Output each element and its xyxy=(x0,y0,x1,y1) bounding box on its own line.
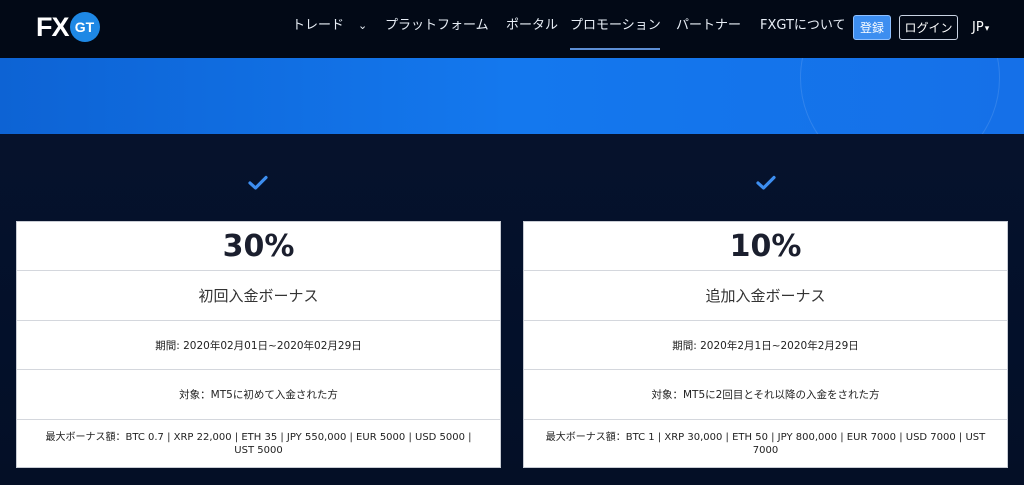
caret-down-icon: ▾ xyxy=(984,24,990,34)
top-navbar: FX GT トレード ⌄ プラットフォーム ポータル プロモーション パートナー … xyxy=(0,0,1024,58)
language-label: JP xyxy=(972,20,984,35)
nav-item-partner[interactable]: パートナー xyxy=(676,0,741,52)
nav-item-promotion[interactable]: プロモーション xyxy=(570,0,661,52)
decorative-arc xyxy=(800,58,1000,134)
nav-item-about[interactable]: FXGTについて xyxy=(760,0,846,52)
check-icon xyxy=(756,175,776,190)
logo-gt-badge: GT xyxy=(69,12,100,42)
bonus-target: 対象：MT5に2回目とそれ以降の入金をされた方 xyxy=(524,370,1007,420)
bonus-max-amount: 最大ボーナス額：BTC 1 | XRP 30,000 | ETH 50 | JP… xyxy=(545,432,986,456)
nav-item-trade[interactable]: トレード ⌄ xyxy=(292,0,367,52)
nav-item-platform[interactable]: プラットフォーム xyxy=(385,0,489,52)
nav-active-underline xyxy=(570,48,660,50)
bonus-period: 期間: 2020年2月1日~2020年2月29日 xyxy=(524,321,1007,370)
hero-banner xyxy=(0,58,1024,134)
register-button[interactable]: 登録 xyxy=(853,15,891,40)
fxgt-logo[interactable]: FX GT xyxy=(36,12,100,42)
nav-item-portal[interactable]: ポータル xyxy=(506,0,558,52)
nav-item-trade-label: トレード xyxy=(292,18,345,33)
bonus-max-amount: 最大ボーナス額：BTC 0.7 | XRP 22,000 | ETH 35 | … xyxy=(45,432,472,456)
bonus-percent: 10% xyxy=(524,222,1007,271)
bonus-percent: 30% xyxy=(17,222,500,271)
additional-deposit-bonus-card: 10% 追加入金ボーナス 期間: 2020年2月1日~2020年2月29日 対象… xyxy=(523,221,1008,468)
chevron-down-icon: ⌄ xyxy=(358,19,368,32)
bonus-title: 追加入金ボーナス xyxy=(524,271,1007,321)
login-button[interactable]: ログイン xyxy=(899,15,958,40)
bonus-title: 初回入金ボーナス xyxy=(17,271,500,321)
language-selector[interactable]: JP▾ xyxy=(972,0,989,56)
bonus-period: 期間: 2020年02月01日~2020年02月29日 xyxy=(17,321,500,370)
logo-fx-text: FX xyxy=(36,11,70,42)
check-icon xyxy=(248,175,268,190)
first-deposit-bonus-card: 30% 初回入金ボーナス 期間: 2020年02月01日~2020年02月29日… xyxy=(16,221,501,468)
bonus-target: 対象：MT5に初めて入金された方 xyxy=(17,370,500,420)
